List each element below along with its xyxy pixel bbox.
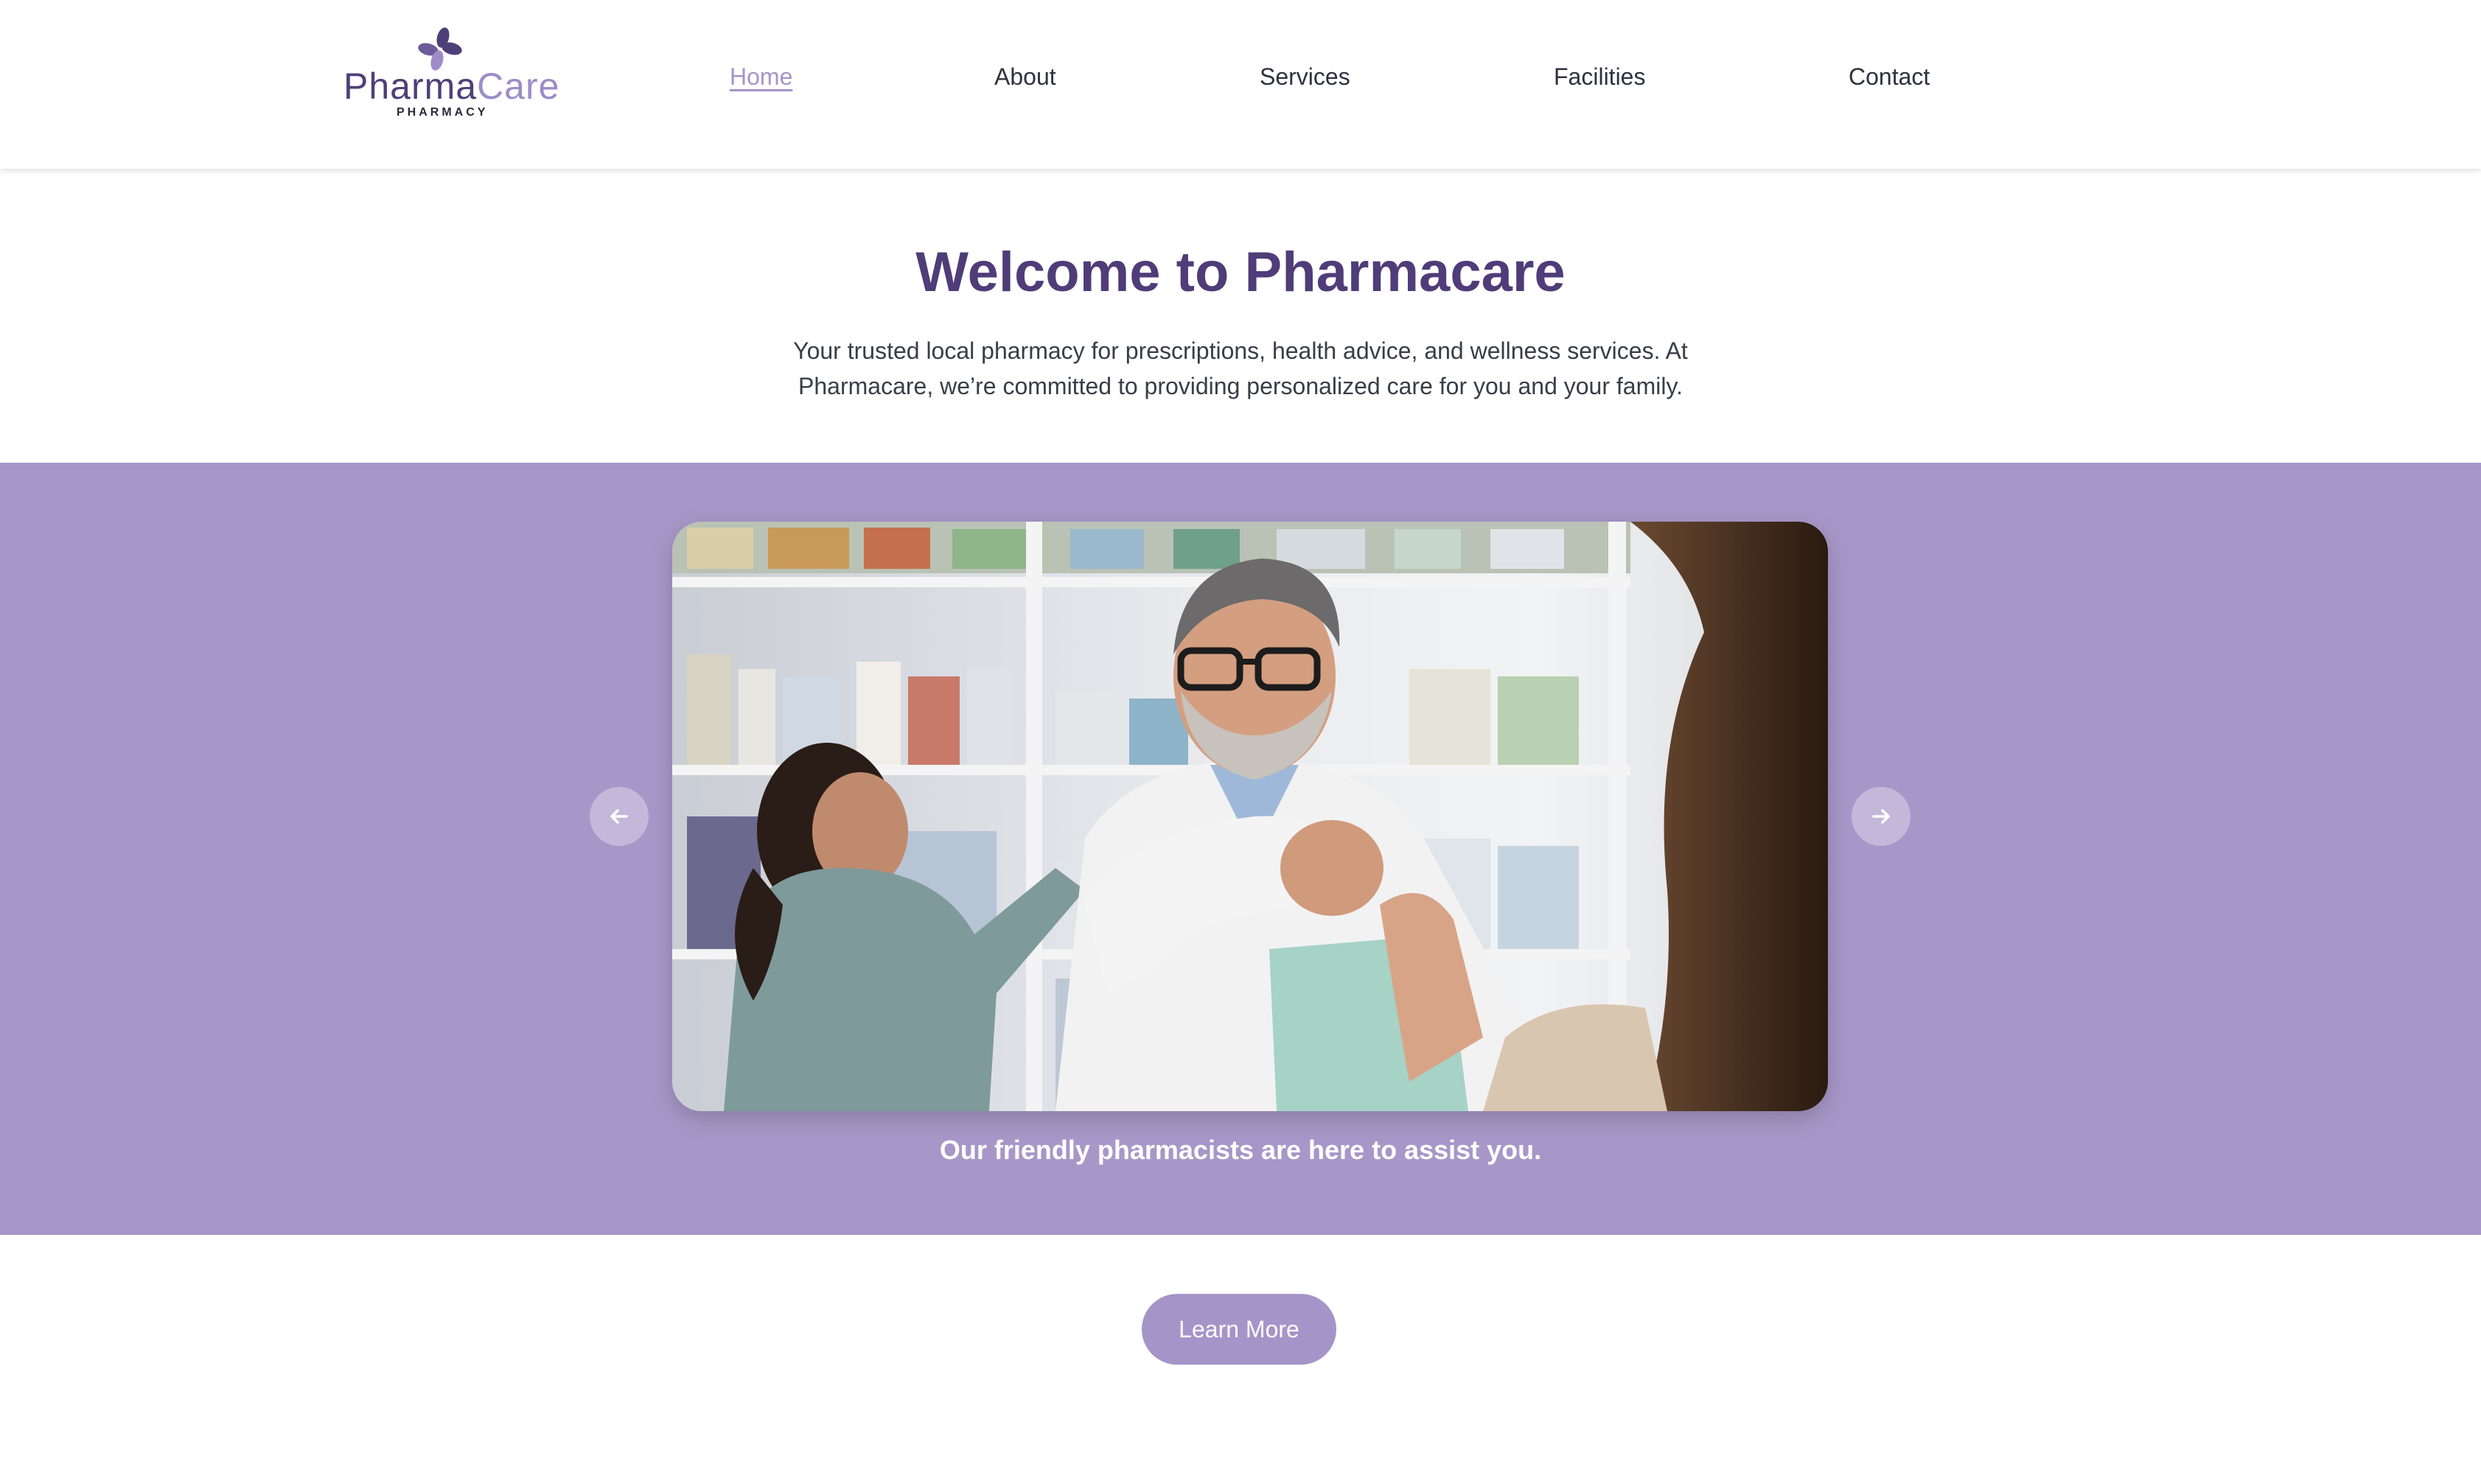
pharmacare-logo[interactable]: PharmaCare PHARMACY <box>343 27 559 122</box>
nav-about[interactable]: About <box>994 65 1056 88</box>
page-title: Welcome to Pharmacare <box>915 241 1566 304</box>
site-header: PharmaCare PHARMACY Home About Services … <box>0 0 2481 169</box>
learn-more-button[interactable]: Learn More <box>1142 1294 1336 1365</box>
logo-tagline: PHARMACY <box>397 106 489 119</box>
pharmacist-photo <box>672 522 1828 1111</box>
arrow-right-icon <box>1872 809 1890 824</box>
intro-text: Your trusted local pharmacy for prescrip… <box>793 337 1688 399</box>
nav-home[interactable]: Home <box>730 65 792 88</box>
carousel-slide-image <box>672 522 1828 1111</box>
nav-facilities[interactable]: Facilities <box>1554 65 1645 88</box>
carousel-next-button[interactable] <box>1852 787 1911 846</box>
carousel-section: Our friendly pharmacists are here to ass… <box>0 463 2481 1235</box>
logo-wordmark: PharmaCare <box>343 66 560 107</box>
arrow-left-icon <box>610 809 628 824</box>
carousel-caption: Our friendly pharmacists are here to ass… <box>939 1135 1542 1165</box>
nav-contact[interactable]: Contact <box>1849 65 1930 88</box>
carousel-prev-button[interactable] <box>590 787 649 846</box>
nav-services[interactable]: Services <box>1260 65 1350 88</box>
